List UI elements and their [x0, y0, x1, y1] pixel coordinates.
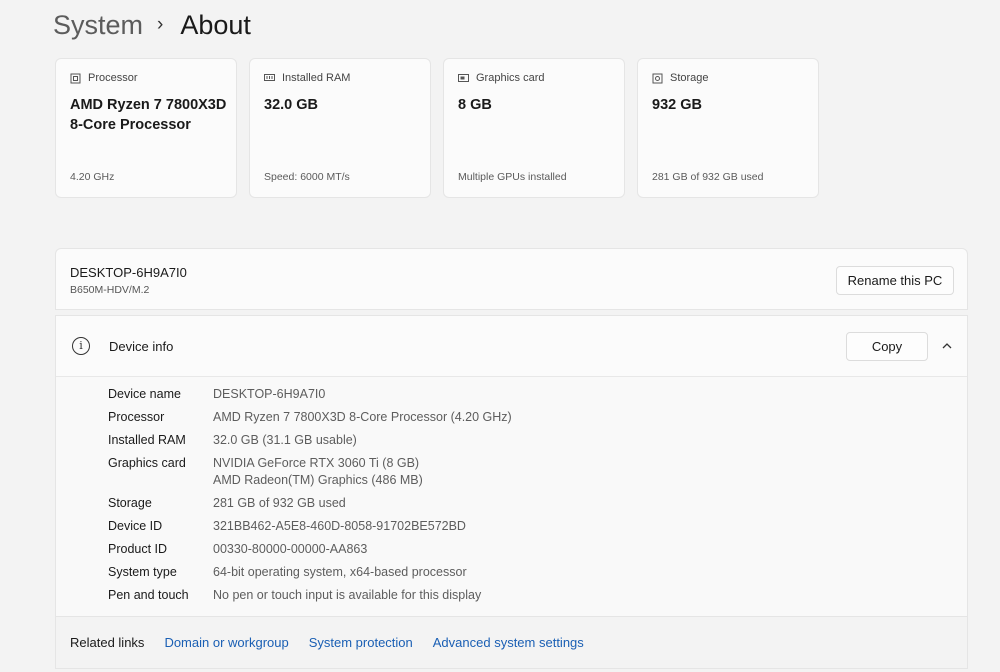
spec-key: Graphics card: [108, 456, 186, 470]
chevron-up-icon[interactable]: [939, 338, 955, 354]
spec-key: Installed RAM: [108, 433, 186, 447]
spec-cards: Processor AMD Ryzen 7 7800X3D 8-Core Pro…: [55, 58, 819, 198]
spec-row: Storage 281 GB of 932 GB used: [108, 495, 512, 512]
processor-icon: [70, 73, 81, 84]
card-sub: 4.20 GHz: [70, 171, 115, 183]
spec-row: Installed RAM 32.0 GB (31.1 GB usable): [108, 432, 512, 449]
info-icon: i: [72, 337, 90, 355]
advanced-system-settings-link[interactable]: Advanced system settings: [433, 635, 584, 650]
spec-row: Product ID 00330-80000-00000-AA863: [108, 541, 512, 558]
spec-row: Device ID 321BB462-A5E8-460D-8058-91702B…: [108, 518, 512, 535]
card-sub: Speed: 6000 MT/s: [264, 171, 350, 183]
spec-key: Product ID: [108, 542, 168, 556]
spec-value: 00330-80000-00000-AA863: [213, 542, 368, 556]
rename-pc-button[interactable]: Rename this PC: [836, 266, 954, 295]
spec-key: Pen and touch: [108, 588, 189, 602]
page-title: About: [180, 10, 251, 40]
pc-model: B650M-HDV/M.2: [70, 284, 150, 296]
card-label: Storage: [670, 72, 709, 84]
ram-card: Installed RAM 32.0 GB Speed: 6000 MT/s: [249, 58, 431, 198]
spec-value: DESKTOP-6H9A7I0: [213, 387, 326, 401]
breadcrumb: System › About: [53, 8, 251, 42]
device-info-title: Device info: [109, 339, 174, 354]
card-sub: Multiple GPUs installed: [458, 171, 567, 183]
card-label: Graphics card: [476, 72, 545, 84]
breadcrumb-parent[interactable]: System: [53, 8, 143, 42]
storage-card: Storage 932 GB 281 GB of 932 GB used: [637, 58, 819, 198]
spec-key: Device name: [108, 387, 181, 401]
spec-row: Pen and touch No pen or touch input is a…: [108, 587, 512, 604]
spec-row: Graphics card NVIDIA GeForce RTX 3060 Ti…: [108, 455, 512, 489]
card-value: 8 GB: [458, 97, 492, 113]
spec-row: Processor AMD Ryzen 7 7800X3D 8-Core Pro…: [108, 409, 512, 426]
spec-value: AMD Ryzen 7 7800X3D 8-Core Processor (4.…: [213, 410, 512, 424]
card-value: AMD Ryzen 7 7800X3D 8-Core Processor: [70, 97, 227, 133]
spec-key: System type: [108, 565, 177, 579]
copy-button[interactable]: Copy: [846, 332, 928, 361]
spec-row: System type 64-bit operating system, x64…: [108, 564, 512, 581]
spec-value: NVIDIA GeForce RTX 3060 Ti (8 GB): [213, 456, 420, 470]
pc-name-panel: DESKTOP-6H9A7I0 B650M-HDV/M.2 Rename thi…: [55, 248, 968, 310]
domain-workgroup-link[interactable]: Domain or workgroup: [164, 635, 288, 650]
spec-key: Device ID: [108, 519, 163, 533]
device-specs: Device name DESKTOP-6H9A7I0 Processor AM…: [108, 386, 512, 610]
spec-key: Processor: [108, 410, 165, 424]
storage-icon: [652, 73, 663, 84]
card-value: 932 GB: [652, 97, 702, 113]
graphics-card-icon: [458, 73, 469, 83]
spec-value-multi: NVIDIA GeForce RTX 3060 Ti (8 GB) AMD Ra…: [213, 455, 423, 489]
spec-row: Device name DESKTOP-6H9A7I0: [108, 386, 512, 403]
system-protection-link[interactable]: System protection: [309, 635, 413, 650]
spec-value: 281 GB of 932 GB used: [213, 496, 346, 510]
spec-value: 321BB462-A5E8-460D-8058-91702BE572BD: [213, 519, 466, 533]
card-label: Installed RAM: [282, 72, 351, 84]
card-sub: 281 GB of 932 GB used: [652, 171, 764, 183]
device-info-header[interactable]: i Device info Copy: [56, 316, 967, 377]
device-info-panel: i Device info Copy Device name DESKTOP-6…: [55, 315, 968, 617]
card-value: 32.0 GB: [264, 97, 318, 113]
spec-value: 64-bit operating system, x64-based proce…: [213, 565, 467, 579]
related-links-bar: Related links Domain or workgroup System…: [55, 617, 968, 669]
processor-card: Processor AMD Ryzen 7 7800X3D 8-Core Pro…: [55, 58, 237, 198]
spec-key: Storage: [108, 496, 152, 510]
ram-icon: [264, 73, 275, 83]
related-links-label: Related links: [70, 635, 145, 650]
card-label: Processor: [88, 72, 138, 84]
pc-name: DESKTOP-6H9A7I0: [70, 265, 187, 280]
graphics-card-card: Graphics card 8 GB Multiple GPUs install…: [443, 58, 625, 198]
spec-value: 32.0 GB (31.1 GB usable): [213, 433, 357, 447]
spec-value: AMD Radeon(TM) Graphics (486 MB): [213, 473, 423, 487]
breadcrumb-separator: ›: [157, 14, 164, 35]
spec-value: No pen or touch input is available for t…: [213, 588, 482, 602]
